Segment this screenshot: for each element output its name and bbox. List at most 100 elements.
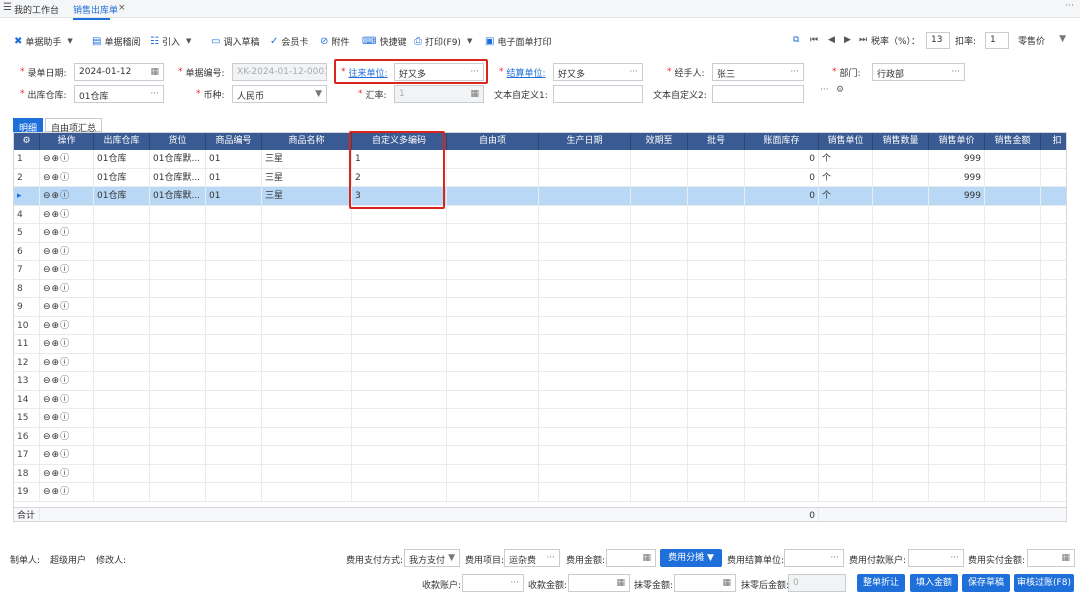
row-ops-icons[interactable]: ⊖⊕ⓘ: [40, 316, 94, 335]
row-ops-icons[interactable]: ⊖⊕ⓘ: [40, 464, 94, 483]
fee-payacct-input[interactable]: ···: [908, 549, 964, 567]
prev-page-icon[interactable]: ◀: [828, 35, 835, 45]
calculator-icon[interactable]: ▦: [642, 553, 651, 563]
tax-input[interactable]: 13: [926, 32, 950, 49]
member-card-button[interactable]: ✓ 会员卡: [270, 34, 308, 48]
calculator-icon[interactable]: ▦: [722, 578, 731, 588]
tab-free-summary[interactable]: 自由项汇总: [45, 118, 103, 134]
col-location[interactable]: 货位: [150, 133, 206, 150]
warehouse-input[interactable]: 01仓库 ···: [74, 85, 164, 103]
fee-actual-input[interactable]: ▦: [1027, 549, 1075, 567]
tab-sales-outbound[interactable]: 销售出库单: [73, 3, 118, 20]
settle-input[interactable]: 好又多 ···: [553, 63, 643, 81]
ellipsis-icon[interactable]: ···: [546, 553, 555, 563]
table-row[interactable]: 19 ⊖⊕ⓘ: [14, 483, 1066, 502]
currency-select[interactable]: 人民币 ▼: [232, 85, 327, 103]
row-ops-icons[interactable]: ⊖⊕ⓘ: [40, 187, 94, 205]
whole-discount-button[interactable]: 整单折让: [857, 574, 905, 592]
shortcut-button[interactable]: ⌨ 快捷键: [362, 34, 406, 48]
table-row[interactable]: 17 ⊖⊕ⓘ: [14, 446, 1066, 465]
ellipsis-icon[interactable]: ···: [951, 67, 960, 77]
table-row[interactable]: ▸ ⊖⊕ⓘ 01仓库 01仓库默... 01 三星 3 0 个 999: [14, 187, 1066, 206]
discount-input[interactable]: 1: [985, 32, 1009, 49]
audit-button[interactable]: ▤ 单据稽阅: [92, 34, 140, 48]
col-name[interactable]: 商品名称: [262, 133, 352, 150]
calculator-icon[interactable]: ▦: [470, 89, 479, 99]
ellipsis-icon[interactable]: ···: [629, 67, 638, 77]
price-type-select[interactable]: 零售价 ▼: [1014, 32, 1070, 49]
next-page-icon[interactable]: ▶: [844, 35, 851, 45]
ellipsis-icon[interactable]: ···: [820, 85, 829, 95]
more-icon[interactable]: ···: [1065, 1, 1074, 11]
table-row[interactable]: 6 ⊖⊕ⓘ: [14, 242, 1066, 261]
table-row[interactable]: 7 ⊖⊕ⓘ: [14, 261, 1066, 280]
row-ops-icons[interactable]: ⊖⊕ⓘ: [40, 224, 94, 242]
row-ops-icons[interactable]: ⊖⊕ⓘ: [40, 483, 94, 501]
row-ops-icons[interactable]: ⊖⊕ⓘ: [40, 427, 94, 446]
col-free-item[interactable]: 自由项: [447, 133, 539, 150]
row-ops-icons[interactable]: ⊖⊕ⓘ: [40, 279, 94, 298]
date-input[interactable]: 2024-01-12 ▦: [74, 63, 164, 81]
dept-input[interactable]: 行政部 ···: [872, 63, 965, 81]
col-discount[interactable]: 扣: [1041, 133, 1066, 150]
custom2-input[interactable]: [712, 85, 804, 103]
menu-icon[interactable]: ☰: [3, 2, 12, 13]
handler-input[interactable]: 张三 ···: [712, 63, 804, 81]
last-page-icon[interactable]: ⏭: [859, 35, 867, 45]
rate-input[interactable]: 1 ▦: [394, 85, 484, 103]
row-ops-icons[interactable]: ⊖⊕ⓘ: [40, 168, 94, 187]
table-row[interactable]: 12 ⊖⊕ⓘ: [14, 353, 1066, 372]
table-row[interactable]: 9 ⊖⊕ⓘ: [14, 298, 1066, 317]
audit-post-button[interactable]: 审核过账(F8): [1014, 574, 1074, 592]
attachment-button[interactable]: ⊘ 附件: [320, 34, 349, 48]
col-unit[interactable]: 销售单位: [819, 133, 873, 150]
tab-home[interactable]: 我的工作台: [14, 3, 59, 16]
recv-account-input[interactable]: ···: [462, 574, 524, 592]
row-ops-icons[interactable]: ⊖⊕ⓘ: [40, 298, 94, 316]
row-ops-icons[interactable]: ⊖⊕ⓘ: [40, 372, 94, 390]
tab-detail[interactable]: 明细: [13, 118, 44, 134]
row-ops-icons[interactable]: ⊖⊕ⓘ: [40, 390, 94, 409]
table-row[interactable]: 13 ⊖⊕ⓘ: [14, 372, 1066, 391]
col-amount[interactable]: 销售金额: [985, 133, 1041, 150]
gear-icon[interactable]: ⚙: [836, 85, 844, 95]
col-batch[interactable]: 批号: [688, 133, 745, 150]
pay-method-select[interactable]: 我方支付 ▼: [404, 549, 460, 567]
row-ops-icons[interactable]: ⊖⊕ⓘ: [40, 353, 94, 372]
row-ops-icons[interactable]: ⊖⊕ⓘ: [40, 261, 94, 279]
row-ops-icons[interactable]: ⊖⊕ⓘ: [40, 446, 94, 464]
table-row[interactable]: 4 ⊖⊕ⓘ: [14, 205, 1066, 224]
ellipsis-icon[interactable]: ···: [510, 578, 519, 588]
eprint-button[interactable]: ▣ 电子面单打印: [485, 34, 551, 48]
calendar-icon[interactable]: ▦: [150, 67, 159, 77]
save-draft-button[interactable]: 保存草稿: [962, 574, 1010, 592]
close-icon[interactable]: ×: [118, 3, 126, 13]
row-ops-icons[interactable]: ⊖⊕ⓘ: [40, 242, 94, 261]
col-prod-date[interactable]: 生产日期: [539, 133, 631, 150]
col-qty[interactable]: 销售数量: [873, 133, 929, 150]
table-row[interactable]: 8 ⊖⊕ⓘ: [14, 279, 1066, 298]
fee-split-button[interactable]: 费用分摊 ▼: [660, 549, 722, 567]
row-ops-icons[interactable]: ⊖⊕ⓘ: [40, 335, 94, 353]
table-row[interactable]: 15 ⊖⊕ⓘ: [14, 409, 1066, 428]
ellipsis-icon[interactable]: ···: [950, 553, 959, 563]
copy-icon[interactable]: ⧉: [793, 35, 799, 45]
table-row[interactable]: 10 ⊖⊕ⓘ: [14, 316, 1066, 335]
col-warehouse[interactable]: 出库仓库: [94, 133, 150, 150]
fill-amount-button[interactable]: 填入金额: [910, 574, 958, 592]
row-ops-icons[interactable]: ⊖⊕ⓘ: [40, 205, 94, 224]
col-stock[interactable]: 账面库存: [745, 133, 819, 150]
helper-button[interactable]: ✖ 单据助手 ▼: [14, 34, 73, 48]
row-ops-icons[interactable]: ⊖⊕ⓘ: [40, 150, 94, 168]
calculator-icon[interactable]: ▦: [616, 578, 625, 588]
billno-input[interactable]: XK-2024-01-12-0001: [232, 63, 327, 81]
print-button[interactable]: ⎙ 打印(F9) ▼: [414, 34, 472, 48]
custom1-input[interactable]: [553, 85, 643, 103]
table-row[interactable]: 16 ⊖⊕ⓘ: [14, 427, 1066, 446]
fee-settle-input[interactable]: ···: [784, 549, 844, 567]
calculator-icon[interactable]: ▦: [1061, 553, 1070, 563]
first-page-icon[interactable]: ⏮: [810, 35, 818, 45]
ellipsis-icon[interactable]: ···: [830, 553, 839, 563]
fee-amount-input[interactable]: ▦: [606, 549, 656, 567]
col-code[interactable]: 商品编号: [206, 133, 262, 150]
